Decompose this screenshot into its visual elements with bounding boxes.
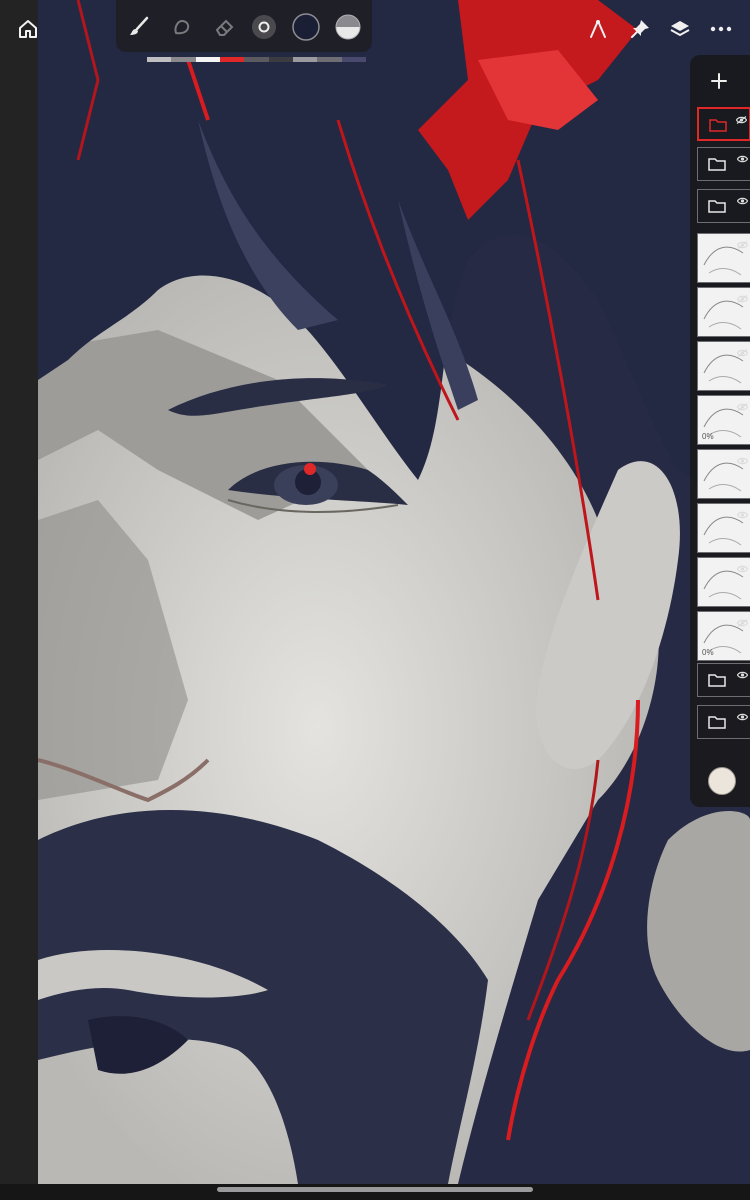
layer-thumbnail[interactable] xyxy=(697,449,750,499)
color-swatch[interactable] xyxy=(341,57,366,62)
layers-button[interactable] xyxy=(663,12,697,46)
recent-colors-strip[interactable] xyxy=(147,57,366,62)
color-swatch[interactable] xyxy=(219,57,245,62)
color-swatch[interactable] xyxy=(292,57,318,62)
color-swatch[interactable] xyxy=(268,57,293,62)
opacity-button[interactable] xyxy=(331,10,365,44)
canvas-margin-left xyxy=(0,0,38,1200)
color-swatch[interactable] xyxy=(317,57,342,62)
layers-icon xyxy=(670,21,690,37)
more-icon xyxy=(710,26,732,32)
eye-icon[interactable] xyxy=(736,150,749,168)
pin-icon xyxy=(631,20,649,38)
eye-icon[interactable] xyxy=(736,560,749,578)
folder-icon xyxy=(708,199,726,218)
brush-size-icon xyxy=(252,15,276,39)
layer-folder[interactable] xyxy=(697,107,750,141)
eye-icon[interactable] xyxy=(736,192,749,210)
drawing-canvas[interactable] xyxy=(0,0,750,1200)
brush-size-button[interactable] xyxy=(247,10,281,44)
eye-icon[interactable] xyxy=(736,290,749,308)
layer-thumbnail[interactable] xyxy=(697,341,750,391)
ruler-button[interactable] xyxy=(581,12,615,46)
folder-icon xyxy=(708,715,726,734)
brush-tool-button[interactable] xyxy=(122,10,156,44)
eye-icon[interactable] xyxy=(736,666,749,684)
tool-bar xyxy=(116,0,372,52)
eye-icon[interactable] xyxy=(736,708,749,726)
layer-thumbnail[interactable] xyxy=(697,287,750,337)
home-icon xyxy=(19,20,37,38)
home-button[interactable] xyxy=(11,12,45,46)
layer-folder[interactable] xyxy=(697,663,750,697)
eye-icon[interactable] xyxy=(736,344,749,362)
home-indicator xyxy=(217,1187,533,1192)
folder-icon xyxy=(709,118,727,137)
ruler-compass-icon xyxy=(590,20,606,38)
more-button[interactable] xyxy=(704,12,738,46)
plus-icon xyxy=(711,73,727,89)
layer-folder[interactable] xyxy=(697,705,750,739)
eye-icon[interactable] xyxy=(735,111,748,129)
eraser-icon xyxy=(215,19,234,36)
brush-icon xyxy=(130,16,149,35)
smudge-tool-button[interactable] xyxy=(165,10,199,44)
folder-icon xyxy=(708,673,726,692)
color-swatch[interactable] xyxy=(195,57,220,62)
eye-icon[interactable] xyxy=(736,452,749,470)
layer-thumbnail[interactable] xyxy=(697,503,750,553)
layer-opacity-label: 0% xyxy=(702,432,714,441)
folder-icon xyxy=(708,157,726,176)
add-layer-button[interactable] xyxy=(704,66,734,96)
eye-icon[interactable] xyxy=(736,614,749,632)
layer-opacity-label: 0% xyxy=(702,648,714,657)
color-well-icon xyxy=(292,13,320,41)
pin-button[interactable] xyxy=(623,12,657,46)
layer-thumbnail[interactable] xyxy=(697,233,750,283)
layer-folder[interactable] xyxy=(697,147,750,181)
color-swatch[interactable] xyxy=(244,57,269,62)
layer-thumbnail[interactable]: 0% xyxy=(697,395,750,445)
eraser-tool-button[interactable] xyxy=(208,10,242,44)
smudge-icon xyxy=(174,19,190,35)
secondary-color-button[interactable] xyxy=(708,767,736,795)
color-swatch[interactable] xyxy=(171,57,196,62)
artwork-portrait[interactable] xyxy=(38,0,750,1184)
opacity-icon xyxy=(335,14,361,40)
eye-icon[interactable] xyxy=(736,236,749,254)
eye-icon[interactable] xyxy=(736,398,749,416)
layer-thumbnail[interactable]: 0% xyxy=(697,611,750,661)
portrait-illustration xyxy=(38,0,750,1184)
layer-thumbnail[interactable] xyxy=(697,557,750,607)
color-swatch[interactable] xyxy=(147,57,172,62)
eye-icon[interactable] xyxy=(736,506,749,524)
layer-folder[interactable] xyxy=(697,189,750,223)
color-well-button[interactable] xyxy=(289,10,323,44)
